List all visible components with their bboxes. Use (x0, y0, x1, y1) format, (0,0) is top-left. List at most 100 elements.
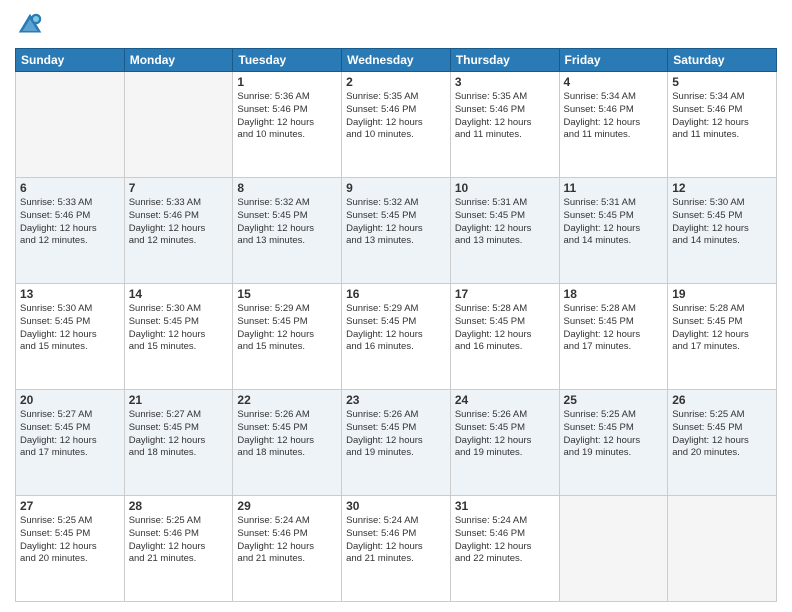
calendar-cell (124, 72, 233, 178)
calendar-cell: 10 Sunrise: 5:31 AM Sunset: 5:45 PM Dayli… (450, 178, 559, 284)
day-info: Sunrise: 5:27 AM Sunset: 5:45 PM Dayligh… (20, 409, 120, 460)
calendar-cell: 27 Sunrise: 5:25 AM Sunset: 5:45 PM Dayli… (16, 496, 125, 602)
day-number: 3 (455, 75, 555, 89)
day-number: 8 (237, 181, 337, 195)
day-number: 22 (237, 393, 337, 407)
calendar-week-row: 6Sunrise: 5:33 AM Sunset: 5:46 PM Daylig… (16, 178, 777, 284)
col-header-saturday: Saturday (668, 49, 777, 72)
day-info: Sunrise: 5:30 AM Sunset: 5:45 PM Dayligh… (129, 303, 229, 354)
day-number: 23 (346, 393, 446, 407)
day-number: 4 (564, 75, 664, 89)
col-header-wednesday: Wednesday (342, 49, 451, 72)
day-number: 14 (129, 287, 229, 301)
calendar-cell: 4 Sunrise: 5:34 AM Sunset: 5:46 PM Daylig… (559, 72, 668, 178)
day-number: 25 (564, 393, 664, 407)
day-number: 20 (20, 393, 120, 407)
day-info: Sunrise: 5:25 AM Sunset: 5:45 PM Dayligh… (20, 515, 120, 566)
day-info: Sunrise: 5:36 AM Sunset: 5:46 PM Dayligh… (237, 91, 337, 142)
col-header-sunday: Sunday (16, 49, 125, 72)
calendar-cell: 17 Sunrise: 5:28 AM Sunset: 5:45 PM Dayli… (450, 284, 559, 390)
calendar-cell (668, 496, 777, 602)
day-number: 13 (20, 287, 120, 301)
calendar-cell: 8 Sunrise: 5:32 AM Sunset: 5:45 PM Daylig… (233, 178, 342, 284)
calendar-cell: 22 Sunrise: 5:26 AM Sunset: 5:45 PM Dayli… (233, 390, 342, 496)
day-info: Sunrise: 5:32 AM Sunset: 5:45 PM Dayligh… (237, 197, 337, 248)
day-number: 18 (564, 287, 664, 301)
day-info: Sunrise: 5:26 AM Sunset: 5:45 PM Dayligh… (237, 409, 337, 460)
calendar-cell: 25 Sunrise: 5:25 AM Sunset: 5:45 PM Dayli… (559, 390, 668, 496)
day-info: Sunrise: 5:24 AM Sunset: 5:46 PM Dayligh… (346, 515, 446, 566)
day-number: 29 (237, 499, 337, 513)
calendar-cell: 6Sunrise: 5:33 AM Sunset: 5:46 PM Daylig… (16, 178, 125, 284)
day-number: 10 (455, 181, 555, 195)
col-header-monday: Monday (124, 49, 233, 72)
calendar-week-row: 13 Sunrise: 5:30 AM Sunset: 5:45 PM Dayli… (16, 284, 777, 390)
calendar-cell (559, 496, 668, 602)
calendar-cell: 16Sunrise: 5:29 AM Sunset: 5:45 PM Dayli… (342, 284, 451, 390)
col-header-thursday: Thursday (450, 49, 559, 72)
calendar-week-row: 20 Sunrise: 5:27 AM Sunset: 5:45 PM Dayli… (16, 390, 777, 496)
day-number: 11 (564, 181, 664, 195)
calendar-cell (16, 72, 125, 178)
day-number: 27 (20, 499, 120, 513)
day-info: Sunrise: 5:30 AM Sunset: 5:45 PM Dayligh… (672, 197, 772, 248)
calendar-cell: 29 Sunrise: 5:24 AM Sunset: 5:46 PM Dayli… (233, 496, 342, 602)
day-info: Sunrise: 5:31 AM Sunset: 5:45 PM Dayligh… (564, 197, 664, 248)
calendar-cell: 31 Sunrise: 5:24 AM Sunset: 5:46 PM Dayli… (450, 496, 559, 602)
day-number: 31 (455, 499, 555, 513)
calendar-cell: 14 Sunrise: 5:30 AM Sunset: 5:45 PM Dayli… (124, 284, 233, 390)
day-info: Sunrise: 5:35 AM Sunset: 5:46 PM Dayligh… (346, 91, 446, 142)
day-info: Sunrise: 5:33 AM Sunset: 5:46 PM Dayligh… (129, 197, 229, 248)
day-number: 28 (129, 499, 229, 513)
day-info: Sunrise: 5:25 AM Sunset: 5:45 PM Dayligh… (564, 409, 664, 460)
header (15, 10, 777, 40)
calendar-header-row: SundayMondayTuesdayWednesdayThursdayFrid… (16, 49, 777, 72)
day-number: 24 (455, 393, 555, 407)
day-number: 15 (237, 287, 337, 301)
day-info: Sunrise: 5:31 AM Sunset: 5:45 PM Dayligh… (455, 197, 555, 248)
calendar-cell: 2 Sunrise: 5:35 AM Sunset: 5:46 PM Daylig… (342, 72, 451, 178)
day-number: 2 (346, 75, 446, 89)
calendar-cell: 11 Sunrise: 5:31 AM Sunset: 5:45 PM Dayli… (559, 178, 668, 284)
calendar-cell: 13 Sunrise: 5:30 AM Sunset: 5:45 PM Dayli… (16, 284, 125, 390)
day-number: 26 (672, 393, 772, 407)
calendar-cell: 12 Sunrise: 5:30 AM Sunset: 5:45 PM Dayli… (668, 178, 777, 284)
day-info: Sunrise: 5:28 AM Sunset: 5:45 PM Dayligh… (672, 303, 772, 354)
calendar-table: SundayMondayTuesdayWednesdayThursdayFrid… (15, 48, 777, 602)
calendar-cell: 5Sunrise: 5:34 AM Sunset: 5:46 PM Daylig… (668, 72, 777, 178)
day-info: Sunrise: 5:25 AM Sunset: 5:46 PM Dayligh… (129, 515, 229, 566)
calendar-cell: 21Sunrise: 5:27 AM Sunset: 5:45 PM Dayli… (124, 390, 233, 496)
day-number: 12 (672, 181, 772, 195)
calendar-cell: 15Sunrise: 5:29 AM Sunset: 5:45 PM Dayli… (233, 284, 342, 390)
calendar-cell: 23Sunrise: 5:26 AM Sunset: 5:45 PM Dayli… (342, 390, 451, 496)
day-info: Sunrise: 5:26 AM Sunset: 5:45 PM Dayligh… (455, 409, 555, 460)
calendar-week-row: 27 Sunrise: 5:25 AM Sunset: 5:45 PM Dayli… (16, 496, 777, 602)
calendar-cell: 24 Sunrise: 5:26 AM Sunset: 5:45 PM Dayli… (450, 390, 559, 496)
day-number: 1 (237, 75, 337, 89)
day-number: 17 (455, 287, 555, 301)
calendar-cell: 26 Sunrise: 5:25 AM Sunset: 5:45 PM Dayli… (668, 390, 777, 496)
day-info: Sunrise: 5:29 AM Sunset: 5:45 PM Dayligh… (346, 303, 446, 354)
day-info: Sunrise: 5:24 AM Sunset: 5:46 PM Dayligh… (455, 515, 555, 566)
day-info: Sunrise: 5:28 AM Sunset: 5:45 PM Dayligh… (455, 303, 555, 354)
logo (15, 10, 49, 40)
day-info: Sunrise: 5:32 AM Sunset: 5:45 PM Dayligh… (346, 197, 446, 248)
calendar-cell: 1 Sunrise: 5:36 AM Sunset: 5:46 PM Daylig… (233, 72, 342, 178)
day-number: 9 (346, 181, 446, 195)
day-info: Sunrise: 5:24 AM Sunset: 5:46 PM Dayligh… (237, 515, 337, 566)
day-info: Sunrise: 5:28 AM Sunset: 5:45 PM Dayligh… (564, 303, 664, 354)
day-number: 7 (129, 181, 229, 195)
calendar-cell: 7 Sunrise: 5:33 AM Sunset: 5:46 PM Daylig… (124, 178, 233, 284)
day-number: 5 (672, 75, 772, 89)
day-number: 30 (346, 499, 446, 513)
logo-icon (15, 10, 45, 40)
day-number: 19 (672, 287, 772, 301)
day-number: 21 (129, 393, 229, 407)
day-info: Sunrise: 5:25 AM Sunset: 5:45 PM Dayligh… (672, 409, 772, 460)
calendar-cell: 28 Sunrise: 5:25 AM Sunset: 5:46 PM Dayli… (124, 496, 233, 602)
day-info: Sunrise: 5:34 AM Sunset: 5:46 PM Dayligh… (564, 91, 664, 142)
day-info: Sunrise: 5:30 AM Sunset: 5:45 PM Dayligh… (20, 303, 120, 354)
calendar-cell: 18 Sunrise: 5:28 AM Sunset: 5:45 PM Dayli… (559, 284, 668, 390)
col-header-friday: Friday (559, 49, 668, 72)
calendar-cell: 20 Sunrise: 5:27 AM Sunset: 5:45 PM Dayli… (16, 390, 125, 496)
